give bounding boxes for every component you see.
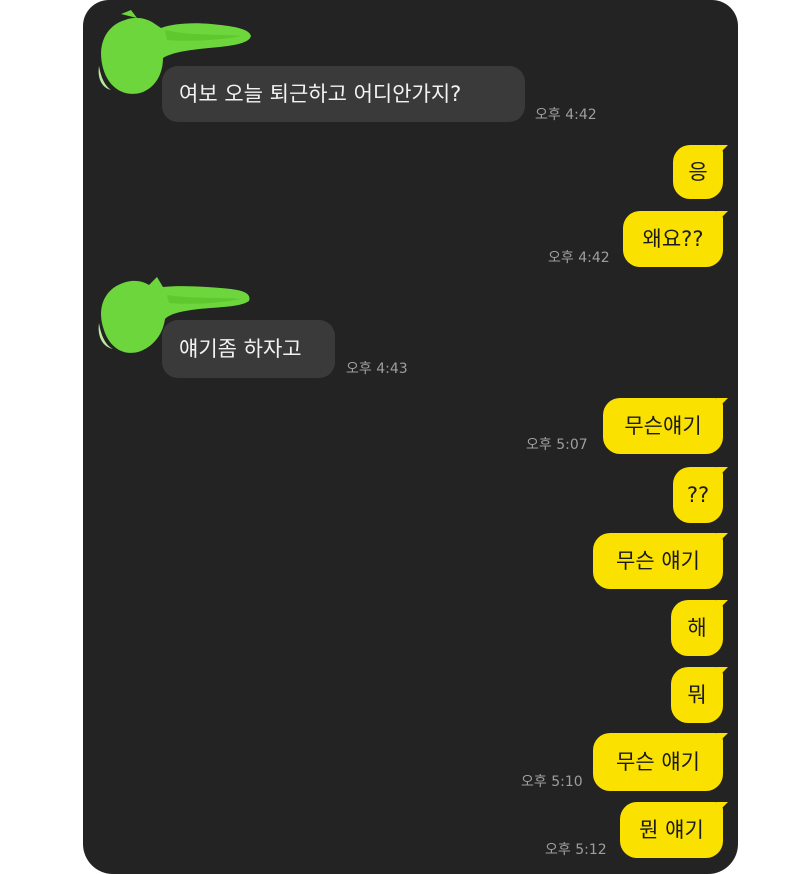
message-timestamp: 오후 5:10	[521, 774, 583, 790]
message-text: 얘기좀 하자고	[179, 336, 302, 361]
message-timestamp: 오후 4:43	[346, 361, 408, 377]
outgoing-message-bubble[interactable]: 해	[671, 600, 728, 656]
message-text: 해	[687, 615, 707, 640]
message-text: 뭐	[687, 682, 707, 707]
message-text: ??	[686, 482, 710, 507]
outgoing-message-bubble[interactable]: 뭔 얘기	[620, 802, 728, 858]
incoming-message-bubble[interactable]: 얘기좀 하자고	[162, 320, 335, 378]
outgoing-message-bubble[interactable]: 무슨 얘기	[593, 533, 728, 589]
outgoing-message-bubble[interactable]: 뭐	[671, 667, 728, 723]
outgoing-message-bubble[interactable]: 왜요??	[623, 211, 728, 267]
outgoing-message-bubble[interactable]: 무슨얘기	[603, 398, 728, 454]
message-timestamp: 오후 5:12	[545, 842, 607, 858]
outgoing-message-bubble[interactable]: 응	[673, 145, 728, 199]
message-timestamp: 오후 4:42	[535, 107, 597, 123]
message-text: 여보 오늘 퇴근하고 어디안가지?	[179, 81, 462, 106]
incoming-message-bubble[interactable]: 여보 오늘 퇴근하고 어디안가지?	[162, 66, 525, 122]
outgoing-message-bubble[interactable]: 무슨 얘기	[593, 733, 728, 791]
message-timestamp: 오후 5:07	[526, 437, 588, 453]
message-text: 무슨 얘기	[616, 749, 700, 774]
message-text: 뭔 얘기	[639, 817, 704, 842]
outgoing-message-bubble[interactable]: ??	[673, 467, 728, 523]
message-text: 왜요??	[642, 226, 704, 251]
chat-screen: 여보 오늘 퇴근하고 어디안가지? 오후 4:42 응 왜요?? 오후 4:42…	[83, 0, 738, 874]
message-text: 무슨얘기	[624, 413, 702, 438]
message-timestamp: 오후 4:42	[548, 250, 610, 266]
message-text: 응	[688, 159, 708, 184]
message-text: 무슨 얘기	[616, 548, 700, 573]
